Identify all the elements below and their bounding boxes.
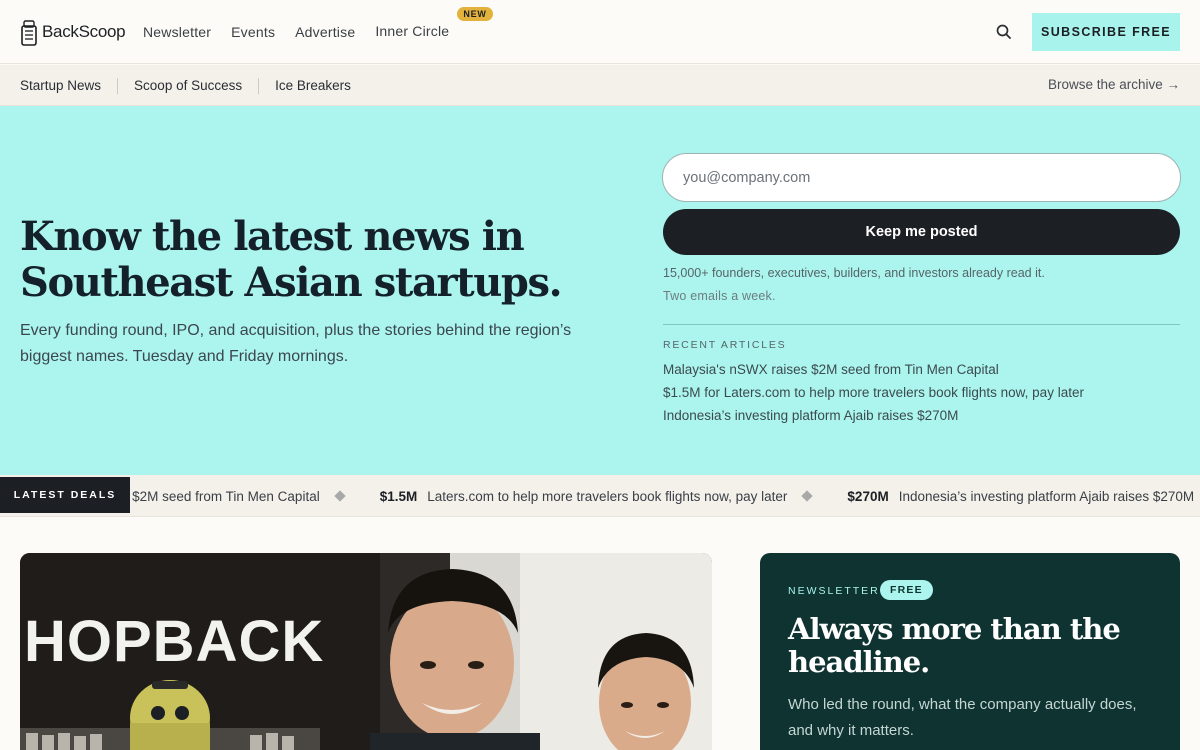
featured-article-image[interactable]: HOPBACK (20, 553, 712, 750)
email-cadence-text: Two emails a week. (663, 289, 776, 303)
social-proof-text: 15,000+ founders, executives, builders, … (663, 266, 1045, 280)
category-startup-news[interactable]: Startup News (20, 78, 101, 93)
newsletter-promo-card: NEWSLETTER FREE Always more than the hea… (760, 553, 1180, 750)
new-badge: NEW (457, 7, 493, 21)
ticker-item-text: Laters.com to help more travelers book f… (427, 488, 788, 504)
top-nav: BackScoop Newsletter Events Advertise In… (0, 0, 1200, 64)
brand-logo[interactable]: BackScoop (20, 18, 126, 46)
recent-article-link[interactable]: Indonesia’s investing platform Ajaib rai… (663, 404, 1084, 427)
newsletter-card-body: Who led the round, what the company actu… (788, 696, 1137, 739)
newsletter-card-title: Always more than the headline. (788, 612, 1121, 679)
keep-me-posted-button[interactable]: Keep me posted (663, 209, 1180, 255)
logo-mark-icon (21, 19, 37, 46)
hero-title: Know the latest news in Southeast Asian … (20, 213, 563, 306)
hero-divider (663, 324, 1180, 325)
brand-name: BackScoop (42, 22, 126, 41)
ticker-track: Malaysia's nSWX raises $2M seed from Tin… (0, 475, 1194, 516)
recent-articles-list: Malaysia's nSWX raises $2M seed from Tin… (663, 358, 1084, 427)
search-icon[interactable] (995, 23, 1013, 41)
ticker-item[interactable]: $270M Indonesia’s investing platform Aja… (847, 489, 1194, 504)
category-links: Startup News Scoop of Success Ice Breake… (20, 65, 351, 106)
hero-subtitle: Every funding round, IPO, and acquisitio… (20, 322, 572, 365)
category-nav: Startup News Scoop of Success Ice Breake… (0, 65, 1200, 106)
hero-section: Know the latest news in Southeast Asian … (0, 106, 1200, 475)
main-nav: Newsletter Events Advertise Inner Circle… (143, 0, 493, 64)
diamond-separator-icon (334, 490, 346, 502)
subscribe-button[interactable]: SUBSCRIBE FREE (1032, 13, 1180, 51)
category-divider (258, 77, 260, 94)
ticker-item-amount: $1.5M (379, 488, 418, 504)
ticker-item-text: Indonesia’s investing platform Ajaib rai… (898, 488, 1195, 504)
featured-photo: HOPBACK (20, 553, 712, 750)
ticker-item-amount: $270M (847, 488, 889, 504)
nav-newsletter[interactable]: Newsletter (143, 24, 211, 40)
recent-articles-heading: RECENT ARTICLES (663, 339, 787, 351)
browse-archive-link[interactable]: Browse the archive → (1048, 77, 1180, 92)
category-scoop-of-success[interactable]: Scoop of Success (134, 78, 242, 93)
newsletter-label: NEWSLETTER (788, 585, 880, 597)
latest-deals-label: LATEST DEALS (0, 477, 130, 513)
category-divider (117, 77, 119, 94)
photo-sign-text: HOPBACK (24, 609, 324, 674)
recent-article-link[interactable]: Malaysia's nSWX raises $2M seed from Tin… (663, 358, 1084, 381)
latest-deals-ticker: Malaysia's nSWX raises $2M seed from Tin… (0, 475, 1200, 517)
email-input[interactable] (662, 153, 1181, 202)
diamond-separator-icon (801, 490, 814, 502)
nav-events[interactable]: Events (231, 24, 275, 40)
free-badge: FREE (880, 580, 933, 600)
nav-inner-circle-wrapper: Inner Circle NEW (375, 7, 493, 41)
recent-article-link[interactable]: $1.5M for Laters.com to help more travel… (663, 381, 1084, 404)
category-ice-breakers[interactable]: Ice Breakers (275, 78, 351, 93)
ticker-item[interactable]: $1.5M Laters.com to help more travelers … (380, 489, 788, 504)
nav-inner-circle[interactable]: Inner Circle (375, 23, 449, 39)
nav-advertise[interactable]: Advertise (295, 24, 355, 40)
